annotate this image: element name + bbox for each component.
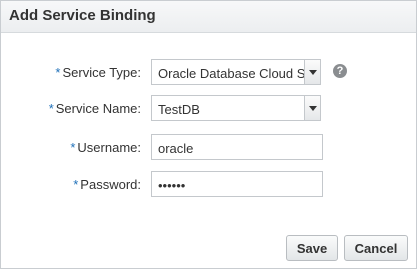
service-type-value: Oracle Database Cloud Se (158, 66, 313, 81)
username-value: oracle (158, 141, 194, 156)
required-marker: * (73, 177, 79, 192)
password-label: * Password: (73, 177, 141, 192)
dialog-titlebar: Add Service Binding (1, 1, 416, 33)
save-button[interactable]: Save (286, 235, 338, 261)
service-name-row: * Service Name: TestDB (1, 95, 416, 123)
chevron-down-icon[interactable] (304, 96, 320, 120)
service-type-label-text: Service Type: (62, 65, 141, 80)
username-label-text: Username: (77, 140, 141, 155)
service-name-select[interactable]: TestDB (151, 95, 321, 121)
password-field[interactable]: •••••• (151, 171, 323, 197)
service-type-select[interactable]: Oracle Database Cloud Se (151, 59, 321, 85)
help-icon[interactable]: ? (333, 64, 347, 78)
password-label-text: Password: (80, 177, 141, 192)
service-type-row: * Service Type: Oracle Database Cloud Se … (1, 59, 416, 87)
cancel-button[interactable]: Cancel (344, 235, 408, 261)
username-field[interactable]: oracle (151, 134, 323, 160)
username-label: * Username: (70, 140, 141, 155)
dialog-title: Add Service Binding (9, 7, 156, 24)
password-value: •••••• (158, 178, 186, 193)
required-marker: * (48, 101, 54, 116)
password-row: * Password: •••••• (1, 171, 416, 199)
service-name-label: * Service Name: (49, 101, 141, 116)
add-service-binding-dialog: Add Service Binding * Service Type: Oracl… (0, 0, 417, 269)
required-marker: * (55, 65, 61, 80)
username-row: * Username: oracle (1, 134, 416, 162)
service-type-label: * Service Type: (55, 65, 141, 80)
service-name-label-text: Service Name: (55, 101, 141, 116)
service-name-value: TestDB (158, 102, 200, 117)
chevron-down-icon[interactable] (304, 60, 320, 84)
required-marker: * (70, 140, 76, 155)
